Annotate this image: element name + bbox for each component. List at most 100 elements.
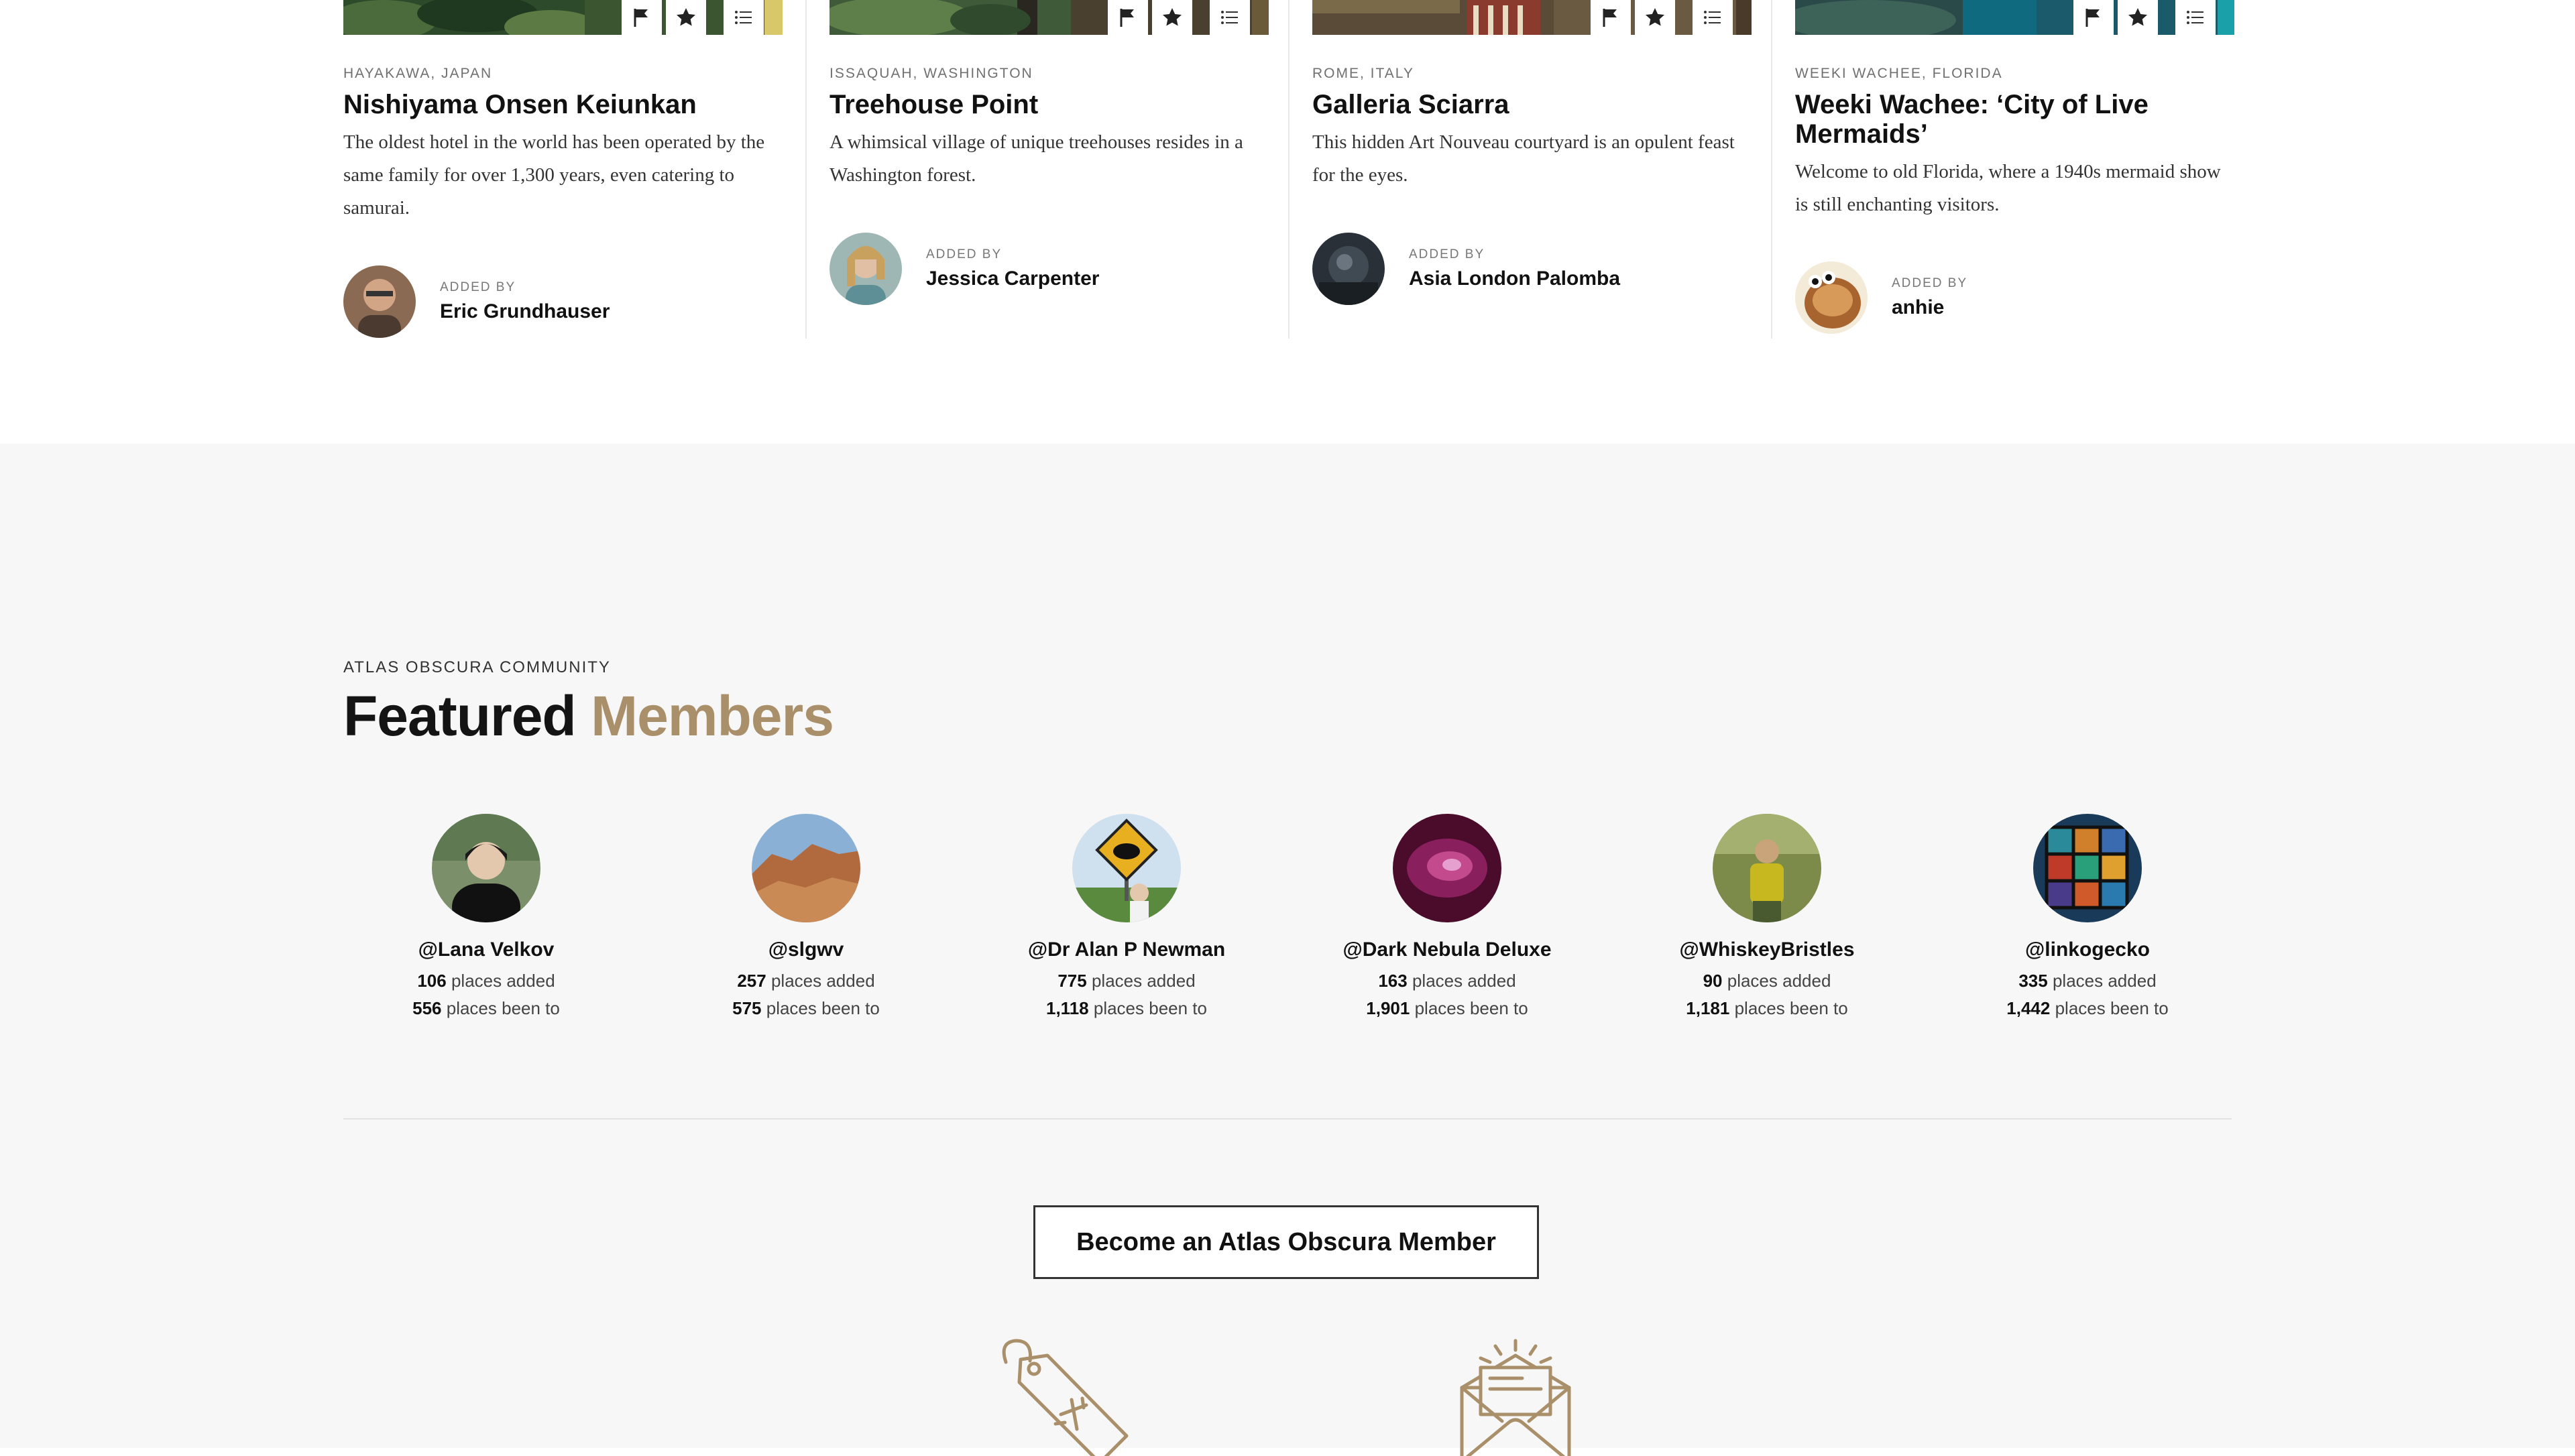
list-icon [1221, 11, 1238, 24]
avatar-image [1312, 233, 1385, 305]
member-card[interactable]: @WhiskeyBristles 90 places added 1,181 p… [1633, 814, 1901, 1019]
member-handle[interactable]: @linkogecko [1953, 938, 2222, 961]
card-byline[interactable]: ADDED BY Asia London Palomba [1312, 233, 1620, 305]
place-card[interactable]: ISSAQUAH, WASHINGTON Treehouse Point A w… [805, 0, 1288, 339]
member-avatar[interactable] [2033, 814, 2142, 922]
places-been-count: 1,181 [1686, 998, 1730, 1018]
star-icon [1163, 8, 1182, 26]
card-location: WEEKI WACHEE, FLORIDA [1795, 66, 2003, 81]
add-to-list-button[interactable] [1210, 0, 1250, 35]
places-added-count: 775 [1057, 971, 1087, 991]
place-card-image[interactable] [343, 0, 783, 35]
member-avatar-image [1713, 814, 1821, 922]
places-added-label: places added [2052, 971, 2157, 991]
author-name[interactable]: anhie [1892, 296, 1967, 319]
places-added-label: places added [1091, 971, 1196, 991]
card-title[interactable]: Nishiyama Onsen Keiunkan [343, 90, 783, 119]
places-been-count: 575 [732, 998, 762, 1018]
author-name[interactable]: Asia London Palomba [1409, 267, 1620, 290]
card-actions [1591, 0, 1733, 35]
become-member-button[interactable]: Become an Atlas Obscura Member [1033, 1205, 1539, 1279]
add-to-list-button[interactable] [724, 0, 764, 35]
member-handle[interactable]: @Dark Nebula Deluxe [1313, 938, 1581, 961]
member-places-been: 1,442 places been to [1953, 998, 2222, 1019]
member-places-been: 575 places been to [672, 998, 940, 1019]
list-icon [1704, 11, 1721, 24]
card-photo [829, 0, 1071, 35]
place-cards-row: HAYAKAWA, JAPAN Nishiyama Onsen Keiunkan… [343, 0, 2234, 342]
flag-icon [2085, 9, 2100, 27]
place-card-image[interactable] [1795, 0, 2234, 35]
avatar[interactable] [343, 265, 416, 338]
star-icon [1646, 8, 1664, 26]
member-places-added: 90 places added [1633, 971, 1901, 991]
member-card[interactable]: @Lana Velkov 106 places added 556 places… [352, 814, 620, 1019]
action-spacer [710, 0, 720, 35]
place-card[interactable]: HAYAKAWA, JAPAN Nishiyama Onsen Keiunkan… [343, 0, 805, 339]
member-avatar[interactable] [1072, 814, 1181, 922]
card-byline[interactable]: ADDED BY Eric Grundhauser [343, 265, 610, 338]
member-avatar-image [2033, 814, 2142, 922]
flag-button[interactable] [2073, 0, 2114, 35]
flag-button[interactable] [1108, 0, 1148, 35]
added-by-label: ADDED BY [1892, 276, 1968, 290]
avatar[interactable] [1312, 233, 1385, 305]
card-byline[interactable]: ADDED BY anhie [1795, 261, 1967, 334]
member-handle[interactable]: @Dr Alan P Newman [992, 938, 1261, 961]
star-icon [2128, 8, 2147, 26]
section-heading: Featured Members [343, 684, 834, 749]
member-avatar[interactable] [1713, 814, 1821, 922]
flag-button[interactable] [622, 0, 662, 35]
favorite-button[interactable] [1635, 0, 1675, 35]
member-card[interactable]: @slgwv 257 places added 575 places been … [672, 814, 940, 1019]
card-location: HAYAKAWA, JAPAN [343, 66, 493, 81]
flag-icon [1603, 9, 1617, 27]
card-title[interactable]: Treehouse Point [829, 90, 1265, 119]
heading-word-featured: Featured [343, 684, 577, 747]
places-been-count: 556 [412, 998, 442, 1018]
member-avatar[interactable] [752, 814, 860, 922]
place-card-image[interactable] [1312, 0, 1752, 35]
places-been-count: 1,901 [1366, 998, 1410, 1018]
card-byline[interactable]: ADDED BY Jessica Carpenter [829, 233, 1100, 305]
member-places-been: 1,901 places been to [1313, 998, 1581, 1019]
member-avatar-image [752, 814, 860, 922]
avatar[interactable] [1795, 261, 1868, 334]
place-card[interactable]: ROME, ITALY Galleria Sciarra This hidden… [1288, 0, 1771, 339]
card-photo [1795, 0, 2037, 35]
add-to-list-button[interactable] [1693, 0, 1733, 35]
places-added-label: places added [1727, 971, 1831, 991]
section-eyebrow: ATLAS OBSCURA COMMUNITY [343, 658, 611, 676]
community-section: ATLAS OBSCURA COMMUNITY Featured Members… [0, 444, 2575, 1456]
member-places-been: 556 places been to [352, 998, 620, 1019]
card-description: A whimsical village of unique treehouses… [829, 131, 1243, 186]
favorite-button[interactable] [2118, 0, 2158, 35]
avatar[interactable] [829, 233, 902, 305]
favorite-button[interactable] [666, 0, 706, 35]
favorite-button[interactable] [1152, 0, 1192, 35]
author-name[interactable]: Jessica Carpenter [926, 267, 1100, 290]
member-handle[interactable]: @WhiskeyBristles [1633, 938, 1901, 961]
member-handle[interactable]: @Lana Velkov [352, 938, 620, 961]
places-been-label: places been to [446, 998, 560, 1018]
member-card[interactable]: @Dr Alan P Newman 775 places added 1,118… [992, 814, 1261, 1019]
member-avatar[interactable] [1393, 814, 1501, 922]
add-to-list-button[interactable] [2175, 0, 2216, 35]
member-card[interactable]: @Dark Nebula Deluxe 163 places added 1,9… [1313, 814, 1581, 1019]
author-name[interactable]: Eric Grundhauser [440, 300, 610, 323]
flag-button[interactable] [1591, 0, 1631, 35]
places-added-label: places added [1412, 971, 1516, 991]
member-card[interactable]: @linkogecko 335 places added 1,442 place… [1953, 814, 2222, 1019]
member-avatar[interactable] [432, 814, 540, 922]
member-avatar-image [432, 814, 540, 922]
card-actions [622, 0, 764, 35]
places-been-label: places been to [766, 998, 880, 1018]
card-title[interactable]: Weeki Wachee: ‘City of Live Mermaids’ [1795, 90, 2231, 149]
place-card-image[interactable] [829, 0, 1269, 35]
heading-word-members: Members [591, 684, 834, 747]
place-card[interactable]: WEEKI WACHEE, FLORIDA Weeki Wachee: ‘Cit… [1771, 0, 2254, 339]
star-icon [677, 8, 695, 26]
card-description: The oldest hotel in the world has been o… [343, 131, 765, 219]
member-handle[interactable]: @slgwv [672, 938, 940, 961]
card-title[interactable]: Galleria Sciarra [1312, 90, 1748, 119]
